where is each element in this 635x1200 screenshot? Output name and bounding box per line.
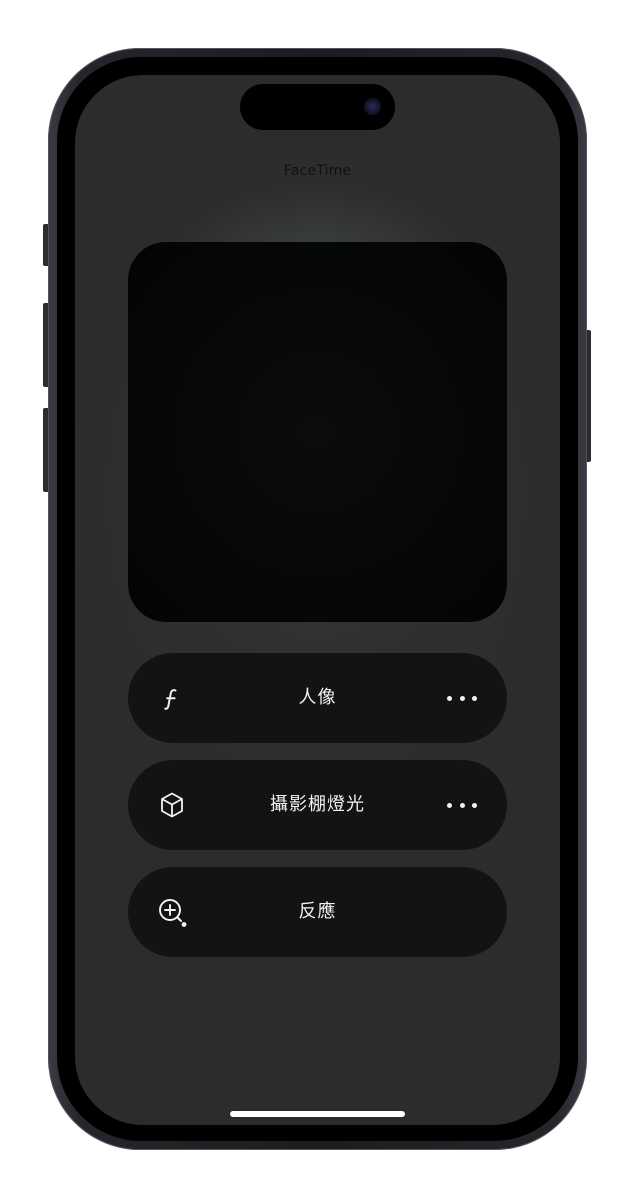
effect-reactions-label: 反應 bbox=[298, 901, 337, 922]
front-camera-icon bbox=[364, 98, 381, 115]
app-title: FaceTime bbox=[283, 163, 352, 179]
effect-studio-light-button[interactable]: 攝影棚燈光 bbox=[128, 760, 507, 850]
more-options-icon[interactable] bbox=[447, 800, 477, 810]
dynamic-island bbox=[240, 84, 395, 130]
camera-preview bbox=[128, 242, 507, 622]
screen: FaceTime 人像 攝影棚燈光 反應 bbox=[75, 75, 560, 1125]
device-mockup: FaceTime 人像 攝影棚燈光 反應 bbox=[0, 0, 635, 1200]
effect-reactions-button[interactable]: 反應 bbox=[128, 867, 507, 957]
more-options-icon[interactable] bbox=[447, 693, 477, 703]
effect-portrait-button[interactable]: 人像 bbox=[128, 653, 507, 743]
home-indicator[interactable] bbox=[230, 1111, 405, 1117]
